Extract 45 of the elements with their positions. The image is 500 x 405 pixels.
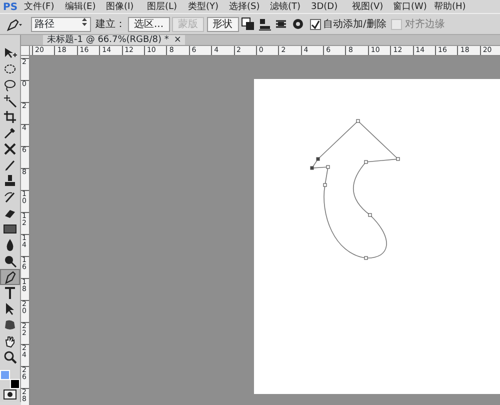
tab-title: 未标题-1 @ 66.7%(RGB/8) * bbox=[47, 35, 169, 45]
make-button[interactable]: 形状 bbox=[206, 16, 239, 32]
menu-item[interactable]: 窗口(W) bbox=[393, 2, 434, 13]
menu-item[interactable]: 视图(V) bbox=[352, 2, 393, 13]
check-icon bbox=[310, 20, 320, 28]
menu-item[interactable]: 图层(L) bbox=[147, 2, 188, 13]
make-label: 建立： bbox=[96, 18, 126, 32]
type-icon bbox=[3, 286, 17, 300]
checkbox[interactable] bbox=[310, 18, 321, 30]
zoom-icon bbox=[3, 350, 17, 364]
quick-mask-icon[interactable] bbox=[3, 388, 17, 400]
tool-button[interactable] bbox=[0, 269, 20, 285]
close-icon[interactable]: × bbox=[174, 35, 182, 45]
menu-item[interactable]: 图像(I) bbox=[106, 2, 147, 13]
ellipse-icon bbox=[3, 62, 17, 76]
path-operations-icon[interactable] bbox=[241, 17, 256, 31]
lasso-icon bbox=[3, 78, 17, 92]
pen-icon bbox=[3, 270, 17, 284]
app-logo: PS bbox=[2, 2, 19, 13]
menu-item[interactable]: 类型(Y) bbox=[188, 2, 229, 13]
stamp-icon bbox=[3, 174, 17, 188]
checkbox-label: 自动添加/删除 bbox=[323, 18, 386, 32]
brush-icon bbox=[3, 158, 17, 172]
move-icon bbox=[3, 46, 17, 60]
updown-arrow-icon bbox=[82, 18, 86, 26]
menu-item[interactable]: 选择(S) bbox=[229, 2, 270, 13]
foreground-color-swatch[interactable] bbox=[0, 370, 10, 380]
hand-icon bbox=[3, 334, 17, 348]
document-tab[interactable]: 未标题-1 @ 66.7%(RGB/8) * × bbox=[43, 35, 186, 45]
menu-item[interactable]: 滤镜(T) bbox=[270, 2, 311, 13]
wand-icon bbox=[3, 94, 17, 108]
menu-item[interactable]: 帮助(H) bbox=[434, 2, 475, 13]
arrow-path-drawing[interactable] bbox=[310, 119, 400, 260]
path-alignment-icon[interactable] bbox=[258, 17, 272, 31]
pen-icon[interactable] bbox=[5, 17, 23, 31]
make-button[interactable]: 选区... bbox=[128, 16, 170, 32]
background-color-swatch[interactable] bbox=[10, 379, 20, 389]
checkbox-label: 对齐边缘 bbox=[404, 18, 445, 32]
eyedropper-icon bbox=[3, 126, 17, 140]
menu-item[interactable]: 编辑(E) bbox=[65, 2, 106, 13]
shape-icon bbox=[3, 318, 17, 332]
mode-dropdown[interactable]: 路径 bbox=[30, 16, 90, 32]
crop-icon bbox=[3, 110, 17, 124]
menu-item[interactable]: 文件(F) bbox=[24, 2, 65, 13]
menu-item[interactable]: 3D(D) bbox=[311, 2, 352, 13]
